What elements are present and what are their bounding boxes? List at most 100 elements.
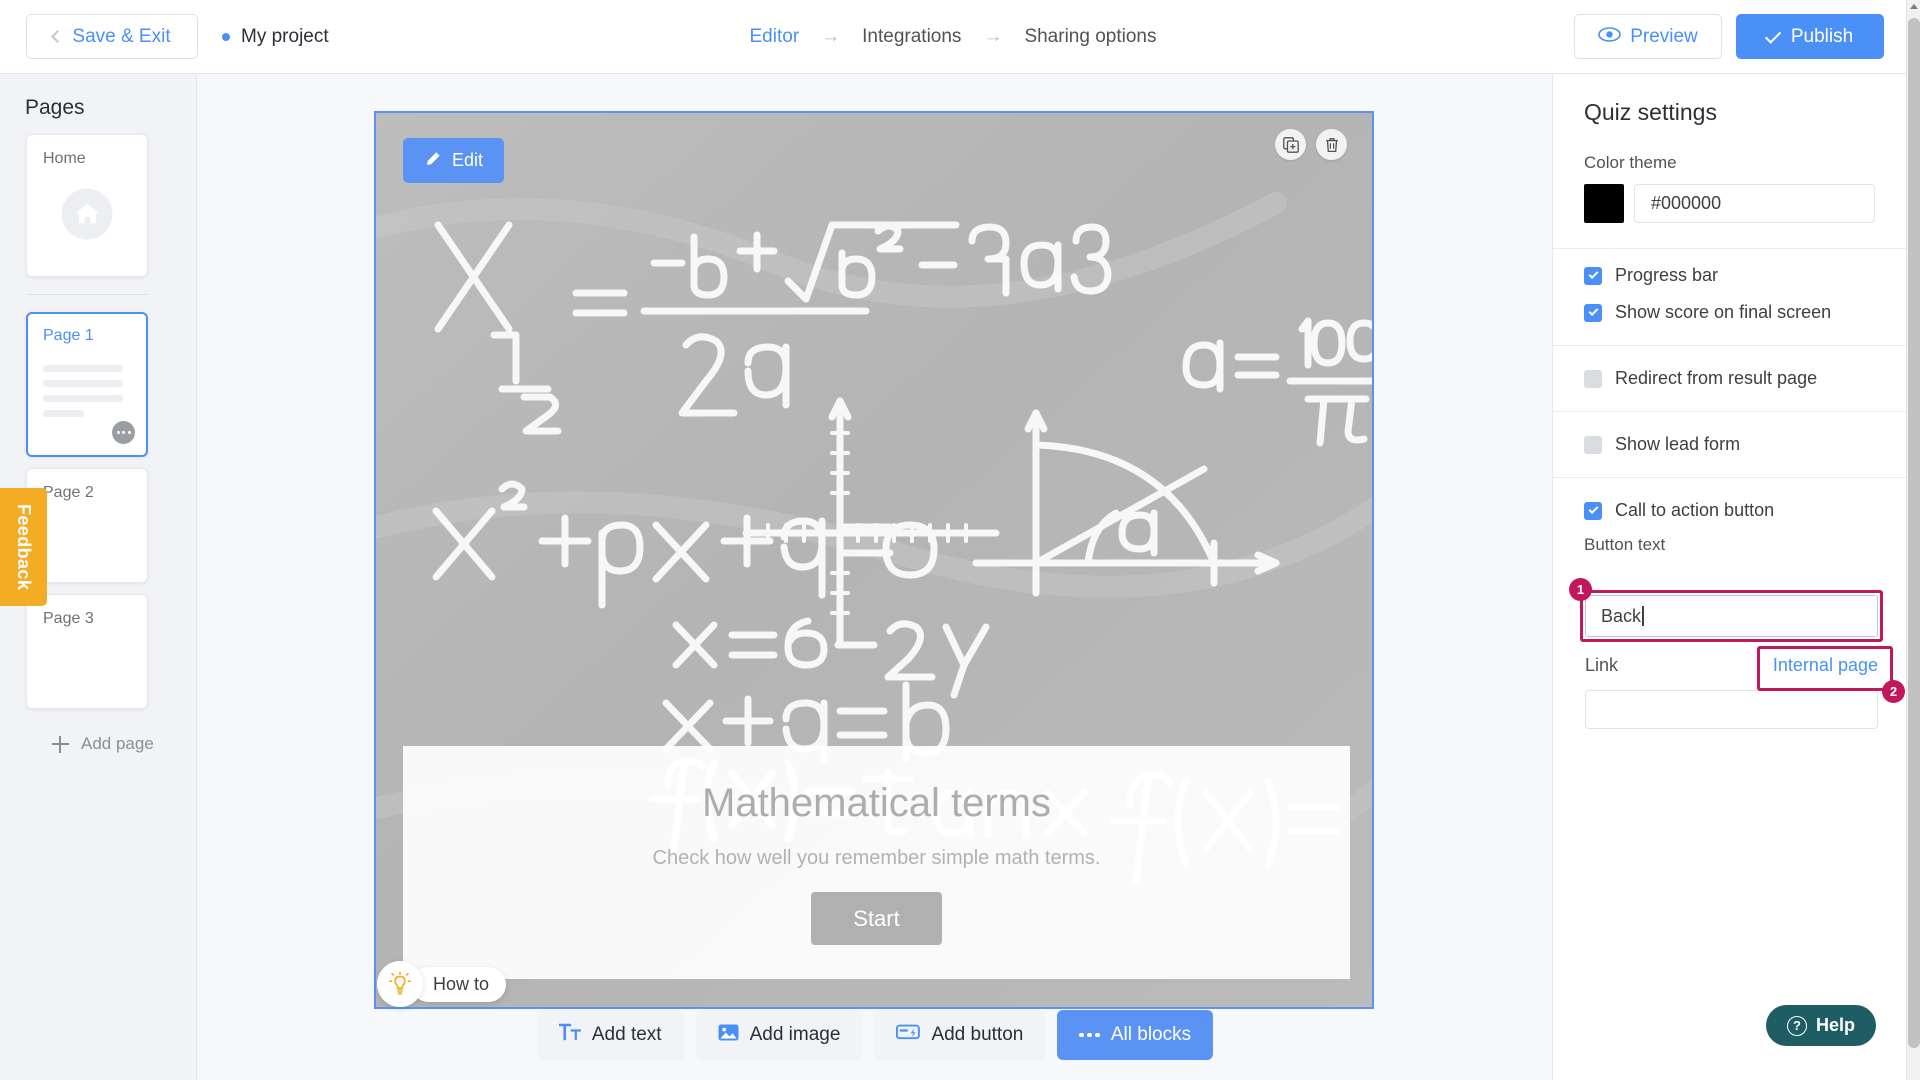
edit-label: Edit	[451, 150, 484, 170]
plus-icon	[52, 735, 69, 753]
add-button-button[interactable]: Add button	[874, 1010, 1046, 1060]
lightbulb-icon[interactable]	[377, 961, 423, 1007]
checkbox-unchecked-icon[interactable]	[1584, 369, 1602, 388]
checkbox-unchecked-icon[interactable]	[1584, 435, 1602, 454]
home-icon	[61, 188, 113, 240]
top-bar: Save & Exit My project Editor → Integrat…	[0, 0, 1906, 74]
color-hex-input[interactable]: #000000	[1634, 184, 1875, 223]
scrollbar-thumb[interactable]	[1908, 18, 1920, 1048]
page-scrollbar[interactable]	[1906, 0, 1920, 1080]
save-and-exit-button[interactable]: Save & Exit	[26, 14, 198, 59]
option-show-score[interactable]: Show score on final screen	[1553, 302, 1906, 323]
feedback-label: Feedback	[14, 503, 34, 591]
color-theme-section: Color theme #000000	[1553, 153, 1906, 223]
color-theme-label: Color theme	[1584, 153, 1677, 172]
add-image-button[interactable]: Add image	[695, 1010, 863, 1060]
add-text-button[interactable]: Add text	[536, 1010, 684, 1060]
edit-button[interactable]: Edit	[403, 138, 504, 183]
top-bar-actions: Preview Publish	[1574, 14, 1884, 59]
toggle-group-a: Progress bar Show score on final screen	[1553, 249, 1906, 323]
app-root: Save & Exit My project Editor → Integrat…	[0, 0, 1920, 1080]
option-progress-bar[interactable]: Progress bar	[1553, 265, 1906, 286]
button-text-value: Back	[1601, 605, 1642, 626]
option-label: Show lead form	[1615, 434, 1741, 454]
color-swatch[interactable]	[1584, 184, 1624, 223]
option-show-lead-form[interactable]: Show lead form	[1553, 434, 1906, 455]
checkbox-checked-icon[interactable]	[1584, 501, 1602, 520]
checkbox-checked-icon[interactable]	[1584, 303, 1602, 322]
ellipsis-icon	[1079, 1032, 1100, 1038]
option-call-to-action-button[interactable]: Call to action button	[1553, 500, 1906, 521]
save-and-exit-label: Save & Exit	[72, 25, 171, 47]
slide-canvas[interactable]: Edit Mathematical terms Check how well y…	[374, 111, 1374, 1009]
option-label: Progress bar	[1615, 265, 1719, 285]
add-text-label: Add text	[591, 1024, 662, 1045]
page-thumb-line	[43, 395, 123, 402]
link-row: Link Internal page	[1585, 655, 1878, 676]
page-card-label: Home	[43, 150, 86, 167]
arrow-right-icon: →	[983, 25, 1003, 47]
pages-list: Home Page 1 Page 2 Page 3 Add page	[0, 120, 196, 754]
question-icon: ?	[1786, 1015, 1807, 1036]
breadcrumb-item-integrations[interactable]: Integrations	[862, 26, 961, 48]
help-button[interactable]: ? Help	[1765, 1005, 1876, 1046]
add-page-button[interactable]: Add page	[26, 709, 196, 754]
breadcrumb-item-sharing-options[interactable]: Sharing options	[1024, 26, 1156, 48]
page-thumb-line	[43, 380, 123, 387]
annotation-badge-2: 2	[1882, 680, 1905, 703]
button-text-label: Button text	[1584, 535, 1666, 554]
add-image-label: Add image	[749, 1024, 841, 1045]
button-text-section: Button text	[1553, 535, 1906, 555]
page-thumb-line	[43, 365, 123, 372]
text-icon	[558, 1023, 581, 1047]
button-icon	[896, 1023, 921, 1047]
preview-label: Preview	[1630, 25, 1698, 47]
toggle-group-b: Redirect from result page	[1553, 346, 1906, 389]
option-redirect-result-page[interactable]: Redirect from result page	[1553, 368, 1906, 389]
how-to-label[interactable]: How to	[411, 966, 507, 1002]
all-blocks-button[interactable]: All blocks	[1057, 1010, 1214, 1060]
arrow-right-icon: →	[821, 25, 841, 47]
breadcrumb: Editor → Integrations → Sharing options	[750, 26, 1157, 48]
trash-icon[interactable]	[1316, 129, 1347, 160]
color-theme-row: #000000	[1584, 184, 1875, 223]
checkbox-checked-icon[interactable]	[1584, 266, 1602, 285]
page-card-page-1[interactable]: Page 1	[26, 312, 148, 457]
feedback-tab[interactable]: Feedback	[0, 488, 47, 606]
publish-button[interactable]: Publish	[1736, 14, 1884, 59]
help-label: Help	[1815, 1015, 1855, 1035]
page-card-label: Page 1	[43, 327, 94, 344]
check-icon	[1764, 26, 1782, 44]
option-label: Show score on final screen	[1615, 302, 1832, 322]
canvas-area: Edit Mathematical terms Check how well y…	[197, 74, 1553, 1080]
project-name[interactable]: My project	[222, 26, 329, 48]
button-text-input[interactable]: Back	[1585, 595, 1878, 637]
how-to-widget[interactable]: How to	[377, 961, 507, 1007]
toggle-group-c: Show lead form	[1553, 412, 1906, 455]
add-page-label: Add page	[81, 734, 154, 753]
duplicate-icon[interactable]	[1275, 129, 1306, 160]
quiz-start-button[interactable]: Start	[811, 892, 942, 945]
link-label: Link	[1585, 655, 1619, 675]
status-dot-icon	[222, 32, 230, 41]
sidebar-title: Pages	[25, 96, 85, 119]
scroll-up-arrow-icon[interactable]	[1910, 4, 1918, 9]
chevron-left-icon	[51, 30, 65, 43]
panel-title: Quiz settings	[1584, 99, 1717, 125]
page-options-button[interactable]	[112, 421, 135, 444]
link-url-input[interactable]	[1585, 690, 1878, 729]
image-icon	[718, 1022, 739, 1049]
all-blocks-label: All blocks	[1110, 1024, 1192, 1045]
page-thumb-line	[43, 410, 84, 417]
cta-section: Call to action button Button text	[1553, 478, 1906, 555]
preview-button[interactable]: Preview	[1574, 14, 1722, 59]
page-card-home[interactable]: Home	[26, 134, 148, 277]
quiz-title: Mathematical terms	[702, 781, 1051, 825]
quiz-intro-card: Mathematical terms Check how well you re…	[403, 746, 1350, 979]
page-card-page-3[interactable]: Page 3	[26, 594, 148, 709]
breadcrumb-item-editor[interactable]: Editor	[750, 26, 800, 48]
add-button-label: Add button	[931, 1024, 1024, 1045]
link-type-value[interactable]: Internal page	[1773, 655, 1878, 676]
text-caret	[1642, 606, 1644, 626]
blocks-toolbar: Add text Add image Add button All blocks	[197, 1010, 1553, 1060]
